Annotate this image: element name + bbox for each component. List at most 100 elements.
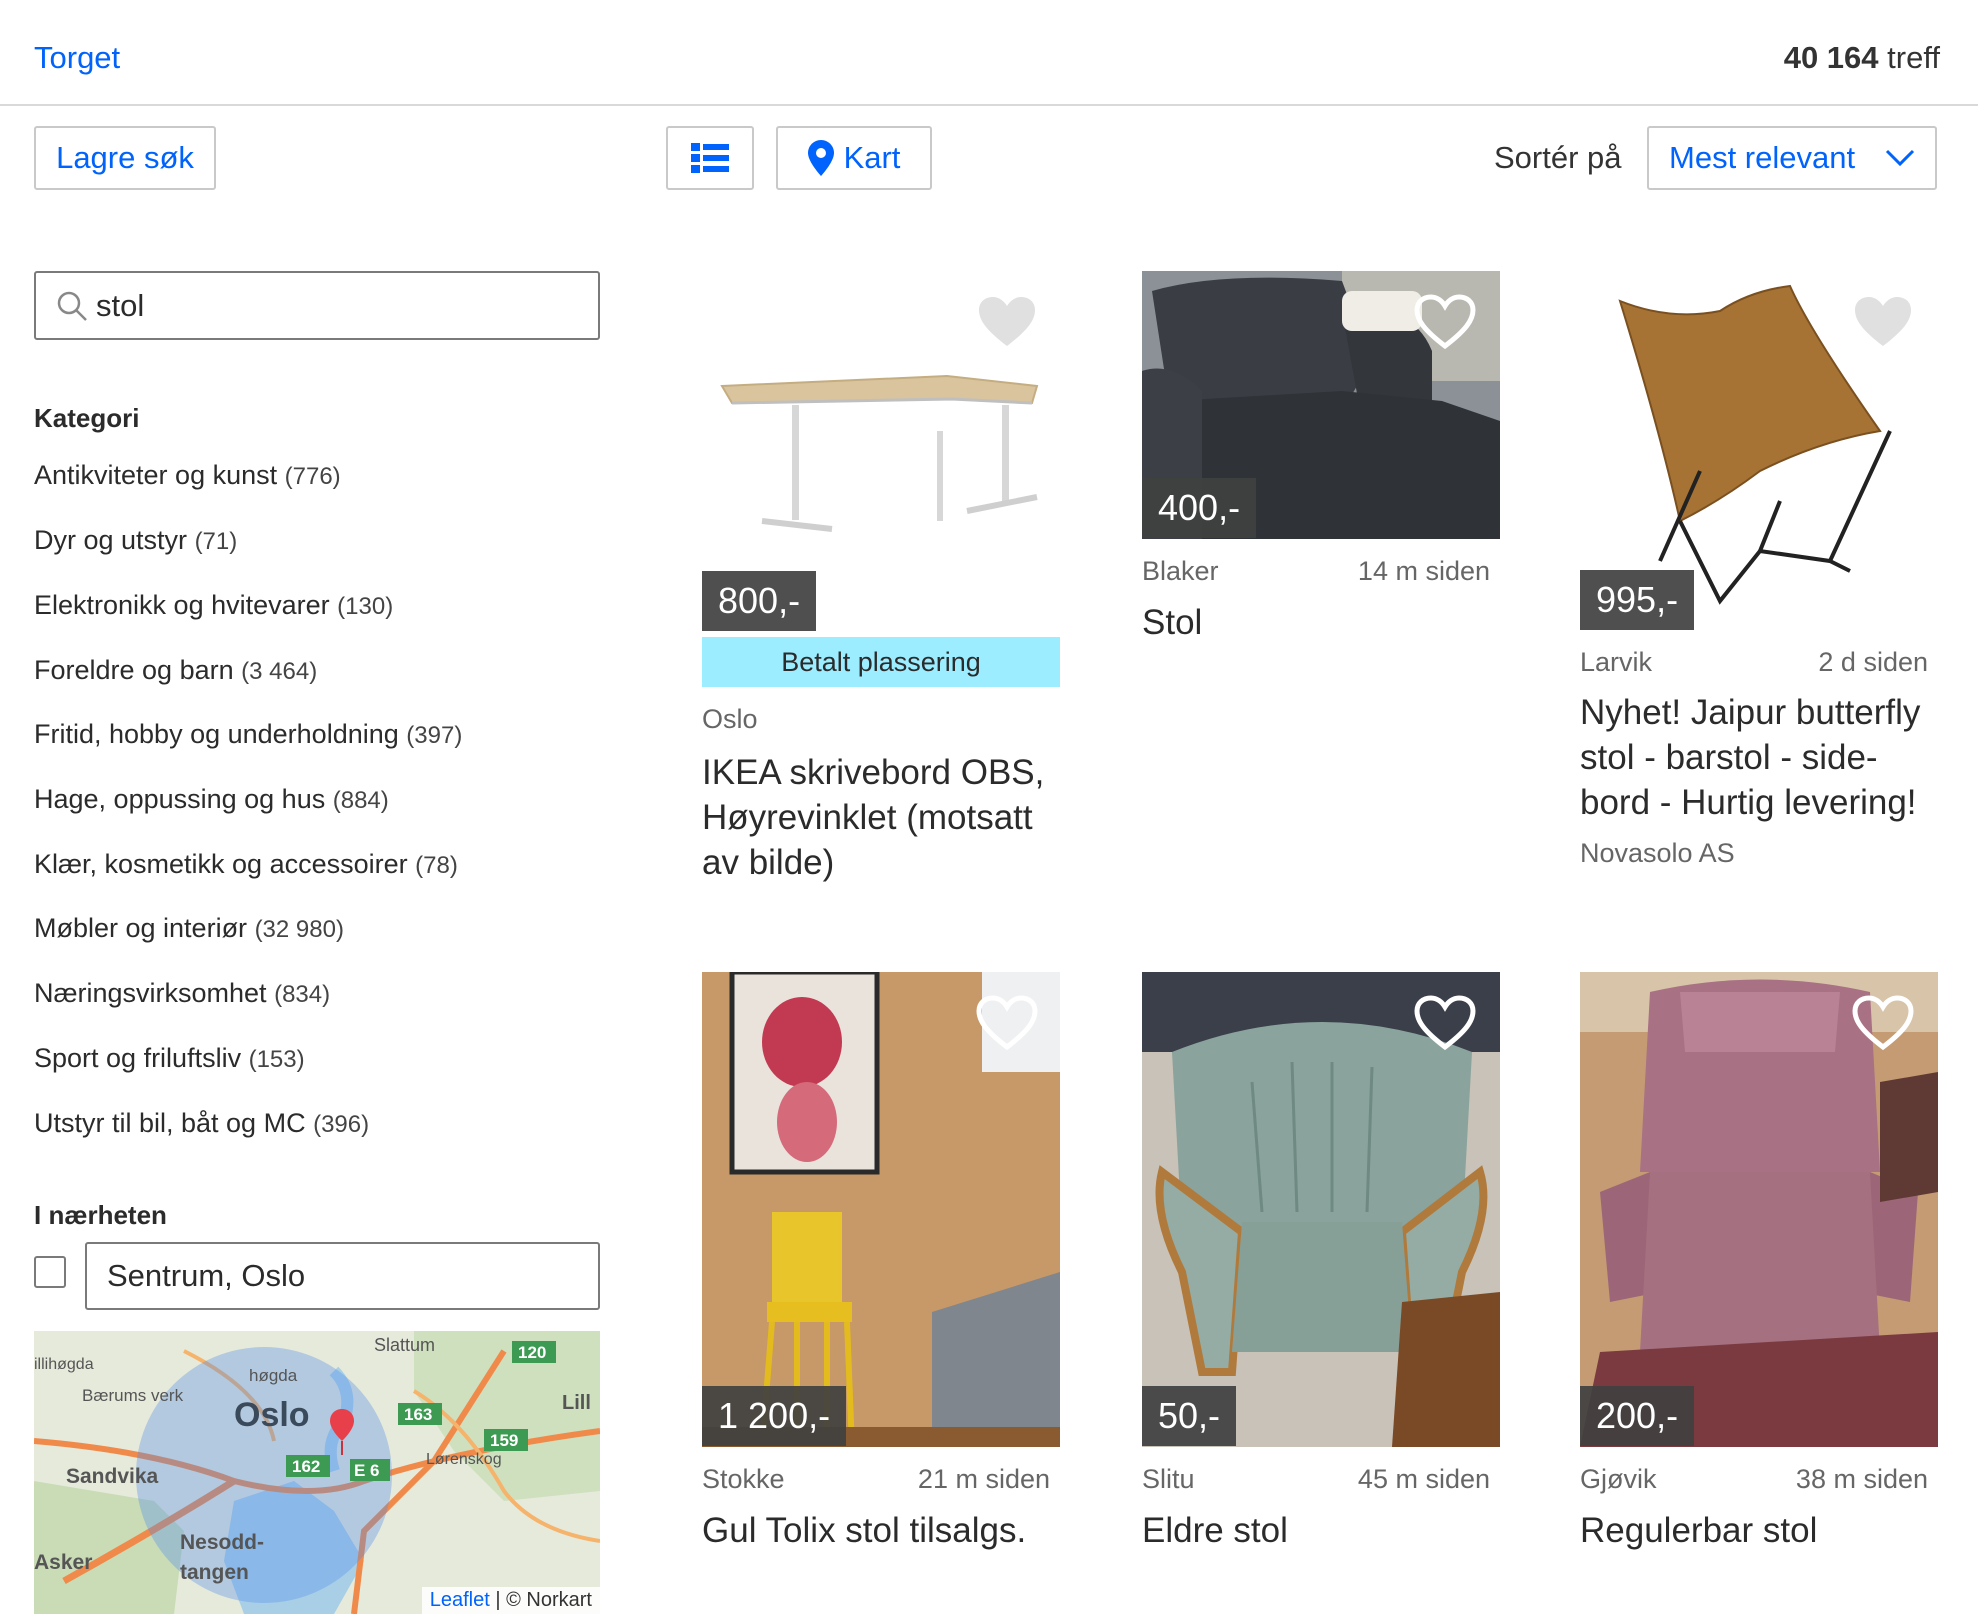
nearby-location-value: Sentrum, Oslo <box>107 1258 306 1293</box>
map-attribution-text: | © Norkart <box>495 1589 592 1611</box>
road-sign: 120 <box>518 1343 546 1362</box>
listing-title-line: Regulerbar stol <box>1580 1511 1818 1550</box>
map-label: høgda <box>249 1366 298 1385</box>
category-heading: Kategori <box>34 403 140 433</box>
favorite-heart-icon[interactable] <box>976 294 1038 350</box>
road-sign: 163 <box>404 1405 432 1424</box>
list-view-button[interactable] <box>666 126 754 190</box>
hit-count-number: 40 164 <box>1783 40 1879 75</box>
map-label: Oslo <box>234 1396 310 1434</box>
category-count: (776) <box>284 463 341 490</box>
nearby-map[interactable]: Slattum Bærums verk høgda Oslo Sandvika … <box>34 1331 600 1614</box>
category-item[interactable]: Hage, oppussing og hus (884) <box>34 784 389 815</box>
listing-title[interactable]: Eldre stol <box>1142 1508 1500 1553</box>
category-label: Antikviteter og kunst <box>34 460 278 490</box>
search-input[interactable]: stol <box>34 271 600 340</box>
listing-price: 50,- <box>1142 1386 1237 1446</box>
listing-price: 200,- <box>1580 1386 1695 1446</box>
listing-location: Larvik <box>1580 647 1653 677</box>
map-view-label: Kart <box>843 140 901 175</box>
category-count: (884) <box>332 787 389 814</box>
listing-title-line: bord - Hurtig levering! <box>1580 783 1917 822</box>
listing-location: Oslo <box>702 704 758 734</box>
listing-title-line: Stol <box>1142 603 1203 642</box>
top-bar <box>0 0 1978 106</box>
category-item[interactable]: Klær, kosmetikk og accessoirer (78) <box>34 849 458 880</box>
nearby-checkbox[interactable] <box>34 1256 66 1288</box>
category-label: Elektronikk og hvitevarer <box>34 590 330 620</box>
category-item[interactable]: Foreldre og barn (3 464) <box>34 655 317 686</box>
category-label: Dyr og utstyr <box>34 525 188 555</box>
sort-select[interactable]: Mest relevant <box>1647 126 1937 190</box>
category-item[interactable]: Elektronikk og hvitevarer (130) <box>34 590 393 621</box>
map-view-button[interactable]: Kart <box>776 126 932 190</box>
category-item[interactable]: Møbler og interiør (32 980) <box>34 913 344 944</box>
map-label: Asker <box>34 1551 92 1574</box>
category-label: Fritid, hobby og underholdning <box>34 719 399 749</box>
category-label: Sport og friluftsliv <box>34 1043 242 1073</box>
listing-title-line: IKEA skrivebord OBS, <box>702 753 1045 792</box>
category-label: Næringsvirksomhet <box>34 978 267 1008</box>
favorite-heart-icon[interactable] <box>1414 995 1476 1051</box>
map-label: Slattum <box>374 1335 435 1355</box>
leaflet-link[interactable]: Leaflet <box>430 1589 490 1611</box>
category-label: Hage, oppussing og hus <box>34 784 326 814</box>
breadcrumb-torget[interactable]: Torget <box>34 40 120 76</box>
map-attribution: Leaflet | © Norkart <box>421 1587 600 1614</box>
category-count: (130) <box>337 593 394 620</box>
listing-title-line: Gul Tolix stol tilsalgs. <box>702 1511 1027 1550</box>
listing-location: Slitu <box>1142 1464 1195 1494</box>
map-label: tangen <box>180 1561 249 1584</box>
listing-price: 995,- <box>1580 570 1695 630</box>
listing-location: Stokke <box>702 1464 785 1494</box>
category-item[interactable]: Sport og friluftsliv (153) <box>34 1043 305 1074</box>
listing-seller: Novasolo AS <box>1580 838 1735 868</box>
save-search-button[interactable]: Lagre søk <box>34 126 216 190</box>
category-item[interactable]: Antikviteter og kunst (776) <box>34 460 341 491</box>
category-label: Utstyr til bil, båt og MC <box>34 1108 306 1138</box>
category-label: Klær, kosmetikk og accessoirer <box>34 849 408 879</box>
listing-age: 45 m siden <box>1357 1464 1490 1494</box>
category-item[interactable]: Fritid, hobby og underholdning (397) <box>34 719 462 750</box>
listing-age: 38 m siden <box>1795 1464 1928 1494</box>
listing-location: Blaker <box>1142 556 1219 586</box>
listing-title[interactable]: Regulerbar stol <box>1580 1508 1950 1553</box>
listing-price: 400,- <box>1142 478 1257 538</box>
category-count: (397) <box>406 722 463 749</box>
map-label: Nesodd- <box>180 1531 264 1554</box>
category-count: (71) <box>194 528 238 555</box>
favorite-heart-icon[interactable] <box>1414 294 1476 350</box>
hit-count-suffix: treff <box>1887 40 1940 75</box>
category-count: (396) <box>313 1111 370 1138</box>
category-count: (3 464) <box>241 658 318 685</box>
list-view-icon <box>691 143 729 173</box>
favorite-heart-icon[interactable] <box>976 995 1038 1051</box>
favorite-heart-icon[interactable] <box>1852 294 1914 350</box>
map-label: Lill <box>562 1392 591 1414</box>
category-count: (834) <box>274 981 331 1008</box>
search-input-value: stol <box>96 287 145 323</box>
listing-title[interactable]: Stol <box>1142 600 1500 645</box>
nearby-location-field[interactable]: Sentrum, Oslo <box>85 1242 600 1310</box>
listing-title[interactable]: Nyhet! Jaipur butterfly stol - barstol -… <box>1580 690 1950 825</box>
category-item[interactable]: Utstyr til bil, båt og MC (396) <box>34 1108 369 1139</box>
search-icon <box>57 291 87 321</box>
listing-age: 2 d siden <box>1818 647 1928 677</box>
map-pin-icon <box>807 140 834 176</box>
category-item[interactable]: Dyr og utstyr (71) <box>34 525 237 556</box>
favorite-heart-icon[interactable] <box>1852 995 1914 1051</box>
listing-title-line: Høyrevinklet (motsatt <box>702 798 1033 837</box>
road-sign: E 6 <box>354 1461 380 1480</box>
category-item[interactable]: Næringsvirksomhet (834) <box>34 978 330 1009</box>
category-count: (78) <box>415 852 458 879</box>
listing-title-line: Nyhet! Jaipur butterfly <box>1580 693 1921 732</box>
hit-count: 40 164 treff <box>1784 40 1940 76</box>
category-count: (32 980) <box>254 916 344 943</box>
map-tiles: Slattum Bærums verk høgda Oslo Sandvika … <box>34 1331 600 1614</box>
listing-price: 800,- <box>702 571 817 631</box>
chevron-down-icon <box>1885 149 1915 167</box>
nearby-heading: I nærheten <box>34 1200 167 1230</box>
sort-label: Sortér på <box>1494 140 1622 175</box>
listing-title[interactable]: Gul Tolix stol tilsalgs. <box>702 1508 1072 1553</box>
listing-title[interactable]: IKEA skrivebord OBS, Høyrevinklet (motsa… <box>702 750 1072 885</box>
